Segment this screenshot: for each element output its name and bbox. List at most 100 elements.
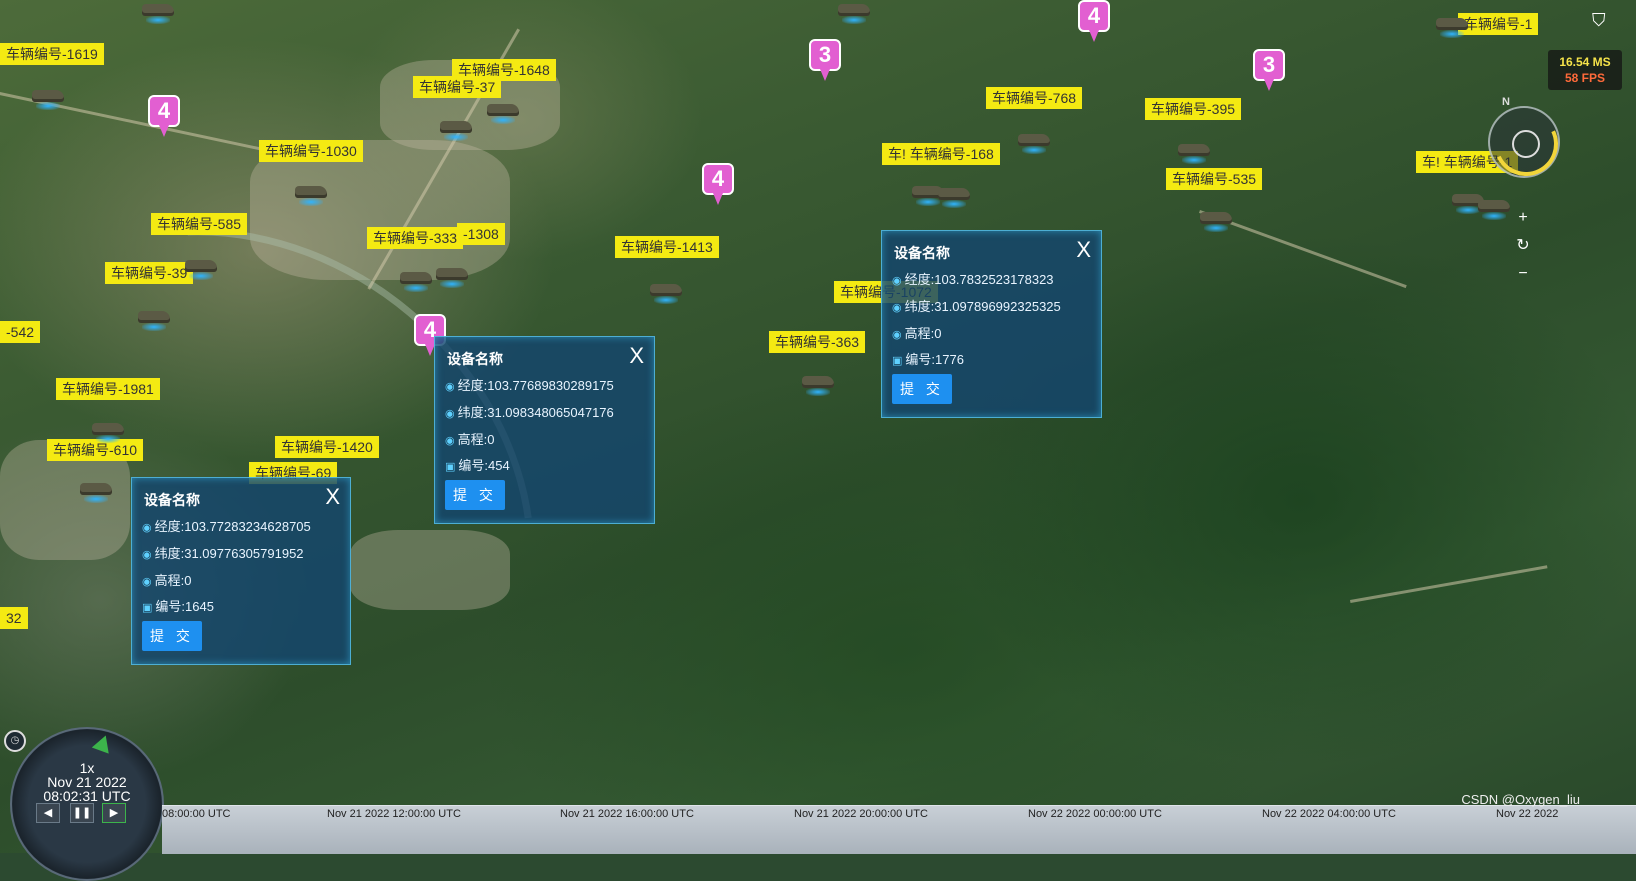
device-popup: 设备名称 X ◉ 经度:103.77283234628705 ◉ 纬度:31.097… bbox=[131, 477, 351, 665]
device-popup: 设备名称 X ◉ 经度:103.7832523178323 ◉ 纬度:31.0978… bbox=[881, 230, 1102, 418]
vehicle-icon[interactable] bbox=[1016, 130, 1052, 154]
cluster-pin[interactable]: 3 bbox=[1253, 49, 1285, 91]
vehicle-label[interactable]: 车辆编号-395 bbox=[1145, 98, 1242, 120]
altitude-row: ◉ 高程:0 bbox=[892, 323, 941, 342]
cluster-pin[interactable]: 3 bbox=[809, 39, 841, 81]
reset-view-button[interactable]: ↻ bbox=[1510, 232, 1536, 260]
vehicle-label[interactable]: 车辆编号-333 bbox=[367, 227, 464, 249]
vehicle-icon[interactable] bbox=[936, 184, 972, 208]
close-button[interactable]: X bbox=[1076, 239, 1091, 261]
location-pin-icon: ◉ bbox=[892, 329, 902, 341]
vehicle-icon[interactable] bbox=[90, 419, 126, 443]
submit-button[interactable]: 提 交 bbox=[445, 480, 505, 510]
pause-button[interactable]: ❚❚ bbox=[70, 803, 94, 823]
vehicle-icon[interactable] bbox=[836, 0, 872, 24]
satellite-map[interactable]: 车辆编号-1619 车辆编号-1648 车辆编号-37 车辆编号-1030 车辆… bbox=[0, 0, 1636, 853]
id-row: ▣ 编号:1645 bbox=[142, 596, 214, 615]
frame-rate: 58 FPS bbox=[1564, 71, 1606, 85]
fullscreen-icon[interactable]: ⛉ bbox=[1592, 10, 1614, 32]
vehicle-label[interactable]: 车辆编号-37 bbox=[413, 76, 502, 98]
vehicle-icon[interactable] bbox=[800, 372, 836, 396]
north-indicator: N bbox=[1502, 96, 1510, 108]
id-row: ▣ 编号:454 bbox=[445, 455, 510, 474]
vehicle-label[interactable]: 车辆编号-1981 bbox=[56, 378, 160, 400]
vehicle-label[interactable]: -542 bbox=[0, 321, 41, 343]
vehicle-label[interactable]: 车! 车辆编号-168 bbox=[882, 143, 1000, 165]
fps-display: 16.54 MS 58 FPS bbox=[1548, 50, 1622, 90]
vehicle-icon[interactable] bbox=[1476, 196, 1512, 220]
clock-speed: 1x bbox=[79, 760, 95, 776]
watermark: CSDN @Oxygen_liu bbox=[1461, 792, 1580, 807]
vehicle-icon[interactable] bbox=[293, 182, 329, 206]
latitude-label: 纬度: bbox=[457, 405, 488, 420]
vehicle-icon[interactable] bbox=[30, 86, 66, 110]
timeline-tick: 08:00:00 UTC bbox=[162, 808, 231, 820]
vehicle-label[interactable]: -1308 bbox=[457, 223, 505, 245]
vehicle-label[interactable]: 32 bbox=[0, 607, 28, 629]
id-value: 1645 bbox=[185, 599, 214, 614]
play-button[interactable]: ▶ bbox=[102, 803, 126, 823]
vehicle-icon[interactable] bbox=[183, 256, 219, 280]
vehicle-icon[interactable] bbox=[485, 100, 521, 124]
navigation-compass[interactable]: N bbox=[1484, 96, 1568, 186]
vehicle-icon[interactable] bbox=[78, 479, 114, 503]
timeline-tick: Nov 21 2022 20:00:00 UTC bbox=[794, 808, 928, 820]
vehicle-icon[interactable] bbox=[398, 268, 434, 292]
frame-time: 16.54 MS bbox=[1559, 55, 1611, 69]
id-label: 编号: bbox=[155, 599, 186, 614]
close-button[interactable]: X bbox=[325, 486, 340, 508]
vehicle-icon[interactable] bbox=[434, 264, 470, 288]
clock-date: Nov 21 2022 bbox=[47, 774, 127, 790]
vehicle-icon[interactable] bbox=[140, 0, 176, 24]
altitude-row: ◉ 高程:0 bbox=[445, 429, 494, 448]
longitude-value: 103.77689830289175 bbox=[487, 378, 614, 393]
vehicle-label[interactable]: 车辆编号-1030 bbox=[259, 140, 363, 162]
location-pin-icon: ◉ bbox=[445, 408, 455, 420]
zoom-out-button[interactable]: − bbox=[1510, 260, 1536, 288]
id-value: 1776 bbox=[935, 352, 964, 367]
vehicle-label[interactable]: 车辆编号-1420 bbox=[275, 436, 379, 458]
vehicle-label[interactable]: 车辆编号-39 bbox=[105, 262, 194, 284]
latitude-label: 纬度: bbox=[904, 299, 935, 314]
altitude-label: 高程: bbox=[457, 432, 488, 447]
phone-icon: ▣ bbox=[892, 355, 903, 367]
longitude-row: ◉ 经度:103.77689830289175 bbox=[445, 375, 614, 394]
speed-indicator-icon[interactable] bbox=[91, 732, 115, 754]
timeline-tick: Nov 22 2022 bbox=[1496, 808, 1559, 820]
popup-title: 设备名称 bbox=[447, 351, 503, 367]
clock-time: 08:02:31 UTC bbox=[43, 788, 131, 804]
vehicle-icon[interactable] bbox=[648, 280, 684, 304]
vehicle-icon[interactable] bbox=[438, 117, 474, 141]
submit-button[interactable]: 提 交 bbox=[892, 374, 952, 404]
longitude-row: ◉ 经度:103.7832523178323 bbox=[892, 269, 1054, 288]
vehicle-label[interactable]: 车辆编号-363 bbox=[769, 331, 866, 353]
vehicle-label[interactable]: 车辆编号-768 bbox=[986, 87, 1083, 109]
clock-icon[interactable]: ◷ bbox=[4, 730, 26, 752]
latitude-value: 31.098348065047176 bbox=[487, 405, 614, 420]
vehicle-label[interactable]: 车辆编号-585 bbox=[151, 213, 248, 235]
vehicle-icon[interactable] bbox=[1434, 14, 1470, 38]
latitude-value: 31.09776305791952 bbox=[184, 546, 304, 561]
cluster-pin[interactable]: 4 bbox=[148, 95, 180, 137]
vehicle-label[interactable]: 车辆编号-1 bbox=[1458, 13, 1539, 35]
timeline-tick: Nov 22 2022 00:00:00 UTC bbox=[1028, 808, 1162, 820]
close-button[interactable]: X bbox=[629, 345, 644, 367]
vehicle-label[interactable]: 车辆编号-535 bbox=[1166, 168, 1263, 190]
zoom-in-button[interactable]: + bbox=[1510, 204, 1536, 232]
vehicle-label[interactable]: 车辆编号-1413 bbox=[615, 236, 719, 258]
cluster-pin[interactable]: 4 bbox=[1078, 0, 1110, 42]
vehicle-icon[interactable] bbox=[1176, 140, 1212, 164]
vehicle-label[interactable]: 车辆编号-1619 bbox=[0, 43, 104, 65]
vehicle-icon[interactable] bbox=[136, 307, 172, 331]
cluster-pin[interactable]: 4 bbox=[702, 163, 734, 205]
location-pin-icon: ◉ bbox=[142, 522, 152, 534]
rewind-button[interactable]: ◀ bbox=[36, 803, 60, 823]
vehicle-icon[interactable] bbox=[1198, 208, 1234, 232]
latitude-row: ◉ 纬度:31.098348065047176 bbox=[445, 402, 614, 421]
crosshair-icon[interactable] bbox=[1512, 130, 1540, 158]
id-label: 编号: bbox=[458, 458, 489, 473]
zoom-controls: + ↻ − bbox=[1510, 204, 1536, 288]
submit-button[interactable]: 提 交 bbox=[142, 621, 202, 651]
longitude-value: 103.7832523178323 bbox=[934, 272, 1054, 287]
timeline[interactable]: 08:00:00 UTC Nov 21 2022 12:00:00 UTC No… bbox=[162, 805, 1636, 854]
